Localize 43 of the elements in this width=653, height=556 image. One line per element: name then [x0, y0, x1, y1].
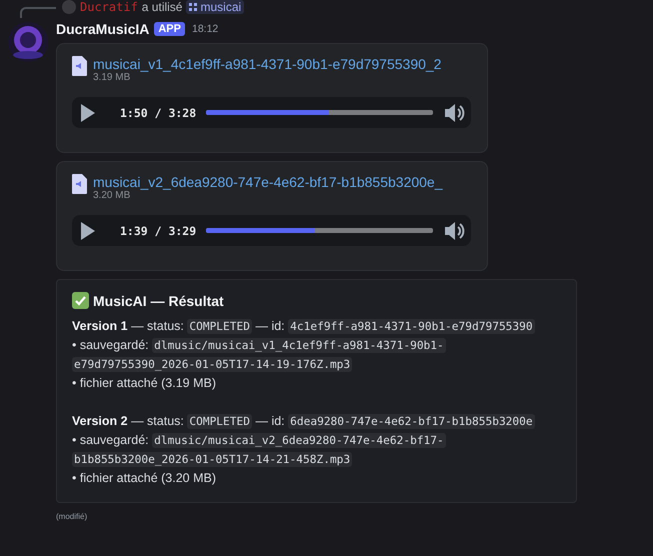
progress-track[interactable]: [206, 228, 433, 233]
command-icon: [189, 3, 198, 11]
attached-note: • fichier attaché (3.20 MB): [72, 470, 218, 487]
file-size: 3.19 MB: [93, 72, 132, 83]
file-link[interactable]: musicai_v1_4c1ef9ff-a981-4371-90b1-e79d79755390_2: [93, 56, 442, 72]
author-name[interactable]: DucraMusicIA: [56, 21, 150, 37]
bot-avatar[interactable]: [8, 22, 48, 62]
saved-label: • sauvegardé:: [72, 433, 149, 447]
version-label: Version 2: [72, 414, 128, 428]
status-code: COMPLETED: [187, 319, 252, 334]
file-size: 3.20 MB: [93, 190, 132, 201]
embed-title: MusicAI — Résultat: [93, 292, 224, 308]
reply-connector: [20, 6, 56, 18]
play-icon[interactable]: [80, 220, 96, 240]
command-chip[interactable]: musicai: [186, 0, 244, 14]
id-code: 4c1ef9ff-a981-4371-90b1-e79d79755390: [288, 319, 535, 334]
play-icon[interactable]: [80, 102, 96, 122]
id-label: — id:: [255, 319, 285, 333]
audio-file-icon: [72, 56, 87, 76]
progress-track[interactable]: [206, 110, 433, 115]
status-label: — status:: [131, 414, 184, 428]
saved-path: e79d79755390_2026-01-05T17-14-19-176Z.mp3: [72, 357, 352, 372]
reply-action: a utilisé: [142, 0, 182, 14]
playback-time: 1:39 / 3:29: [120, 224, 196, 238]
saved-path: dlmusic/musicai_v1_4c1ef9ff-a981-4371-90b1-: [152, 338, 446, 353]
app-badge: APP: [154, 22, 185, 36]
saved-label: • sauvegardé:: [72, 338, 149, 352]
volume-icon[interactable]: [443, 220, 465, 242]
saved-path: dlmusic/musicai_v2_6dea9280-747e-4e62-bf17-: [152, 433, 446, 448]
status-code: COMPLETED: [187, 414, 252, 429]
volume-icon[interactable]: [443, 102, 465, 124]
version-label: Version 1: [72, 319, 128, 333]
id-label: — id:: [255, 414, 285, 428]
attached-note: • fichier attaché (3.19 MB): [72, 375, 218, 392]
playback-time: 1:50 / 3:28: [120, 106, 196, 120]
timestamp: 18:12: [192, 23, 218, 35]
status-label: — status:: [131, 319, 184, 333]
file-link[interactable]: musicai_v2_6dea9280-747e-4e62-bf17-b1b855b3200e_: [93, 174, 443, 190]
saved-path: b1b855b3200e_2026-01-05T17-14-21-458Z.mp3: [72, 452, 352, 467]
id-code: 6dea9280-747e-4e62-bf17-b1b855b3200e: [288, 414, 535, 429]
edited-label: (modifié): [56, 512, 88, 521]
check-icon: [72, 292, 89, 309]
audio-file-icon: [72, 174, 87, 194]
